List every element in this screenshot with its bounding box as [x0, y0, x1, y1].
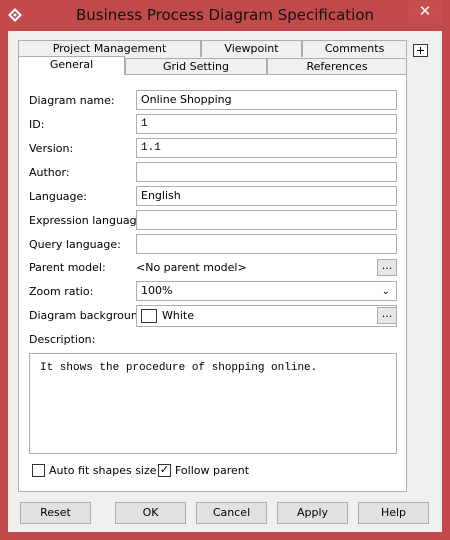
background-browse-button[interactable]: ... — [377, 307, 397, 324]
apply-button[interactable]: Apply — [277, 502, 348, 524]
description-textarea[interactable]: It shows the procedure of shopping onlin… — [29, 353, 397, 454]
window-title: Business Process Diagram Specification — [75, 6, 375, 24]
expression-language-field[interactable] — [136, 210, 397, 230]
parent-model-browse-button[interactable]: ... — [377, 259, 397, 276]
tab-grid-setting[interactable]: Grid Setting — [125, 58, 267, 75]
expression-language-label: Expression language: — [29, 214, 148, 227]
tab-references[interactable]: References — [267, 58, 407, 75]
tab-comments[interactable]: Comments — [302, 40, 407, 57]
tab-viewpoint[interactable]: Viewpoint — [201, 40, 302, 57]
id-label: ID: — [29, 118, 45, 131]
id-field[interactable]: 1 — [136, 114, 397, 134]
cancel-button[interactable]: Cancel — [196, 502, 267, 524]
background-color-name: White — [162, 309, 194, 322]
close-button[interactable]: ✕ — [408, 1, 442, 23]
auto-fit-label: Auto fit shapes size — [49, 464, 157, 477]
reset-button[interactable]: Reset — [20, 502, 91, 524]
diagram-name-field[interactable]: Online Shopping — [136, 90, 397, 110]
tab-general[interactable]: General — [18, 56, 125, 75]
follow-parent-checkbox[interactable]: ✓ — [158, 464, 171, 477]
description-label: Description: — [29, 333, 96, 346]
help-button[interactable]: Help — [358, 502, 429, 524]
language-field[interactable]: English — [136, 186, 397, 206]
diagram-background-field[interactable]: White — [136, 305, 397, 327]
query-language-field[interactable] — [136, 234, 397, 254]
ok-button[interactable]: OK — [115, 502, 186, 524]
tab-project-management[interactable]: Project Management — [18, 40, 201, 57]
general-panel: Diagram name: Online Shopping ID: 1 Vers… — [18, 74, 407, 492]
diagram-background-label: Diagram background: — [29, 309, 149, 322]
diagram-name-label: Diagram name: — [29, 94, 115, 107]
dialog-body: Project Management Viewpoint Comments Ge… — [8, 31, 442, 532]
author-label: Author: — [29, 166, 70, 179]
color-swatch — [141, 309, 157, 323]
author-field[interactable] — [136, 162, 397, 182]
zoom-ratio-value: 100% — [141, 284, 173, 297]
zoom-ratio-label: Zoom ratio: — [29, 285, 94, 298]
auto-fit-checkbox[interactable] — [32, 464, 45, 477]
language-label: Language: — [29, 190, 87, 203]
title-bar[interactable]: Business Process Diagram Specification ✕ — [0, 0, 450, 31]
close-icon: ✕ — [418, 2, 432, 20]
add-tab-icon[interactable] — [413, 44, 428, 57]
version-field[interactable]: 1.1 — [136, 138, 397, 158]
parent-model-label: Parent model: — [29, 261, 106, 274]
version-label: Version: — [29, 142, 74, 155]
check-icon: ✓ — [159, 463, 170, 476]
query-language-label: Query language: — [29, 238, 121, 251]
follow-parent-label: Follow parent — [175, 464, 250, 477]
chevron-down-icon: ⌄ — [381, 286, 390, 297]
zoom-ratio-select[interactable]: 100% ⌄ — [136, 281, 397, 301]
dialog-window: Business Process Diagram Specification ✕… — [0, 0, 450, 540]
parent-model-value: <No parent model> — [136, 261, 247, 274]
